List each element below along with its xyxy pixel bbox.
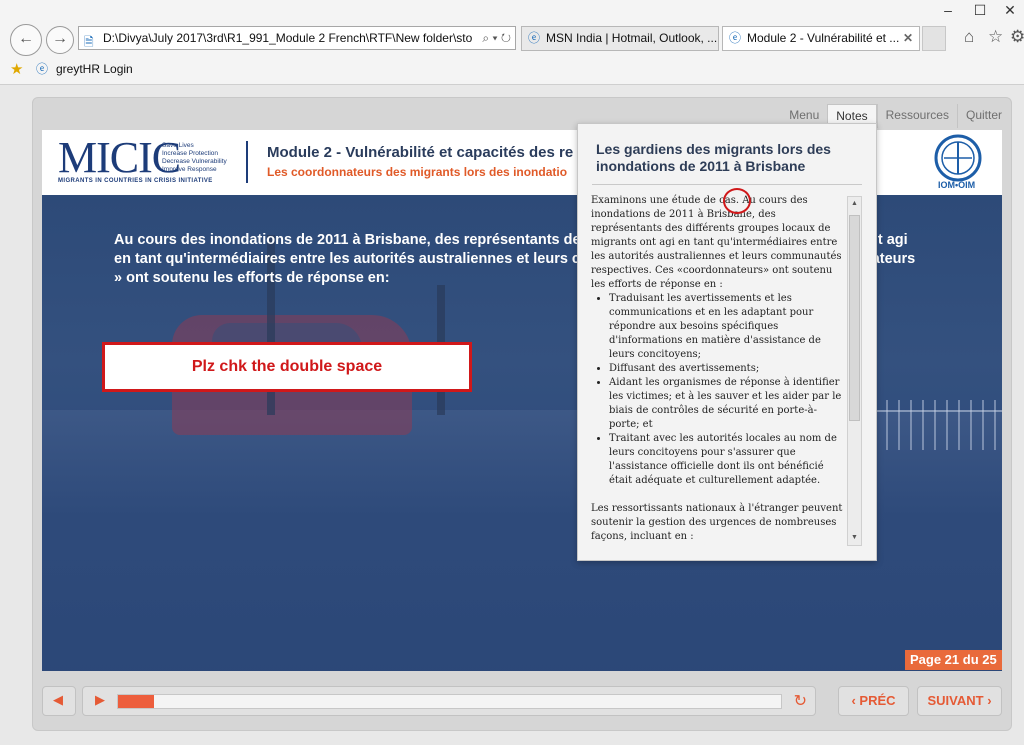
address-text: D:\Divya\July 2017\3rd\R1_991_Module 2 F… [103, 31, 473, 45]
address-bar[interactable]: 🗎 D:\Divya\July 2017\3rd\R1_991_Module 2… [78, 26, 516, 50]
back-icon[interactable]: ← [10, 24, 42, 56]
speaker-icon: ◀ [53, 692, 63, 707]
add-favorites-icon[interactable]: ★ [10, 60, 23, 78]
maximize-icon[interactable]: ☐ [966, 0, 994, 20]
progress-fill [118, 695, 155, 708]
tab-msn[interactable]: ⓔ MSN India | Hotmail, Outlook, ... [521, 26, 719, 51]
next-label: SUIVANT [927, 693, 984, 708]
star-icon[interactable]: ☆ [988, 27, 1003, 47]
quit-tab[interactable]: Quitter [956, 104, 1010, 128]
list-item: Diffusant des avertissements; [609, 362, 845, 376]
home-icon[interactable]: ⌂ [964, 27, 974, 47]
next-button[interactable]: SUIVANT › [917, 686, 1002, 716]
refresh-icon[interactable]: ↻ [501, 31, 511, 45]
ie-icon: ⓔ [36, 62, 49, 76]
scroll-down-icon[interactable]: ▼ [848, 531, 861, 545]
play-icon[interactable]: ▶ [95, 692, 105, 708]
resources-tab[interactable]: Ressources [876, 104, 957, 128]
notes-divider [592, 184, 862, 185]
close-tab-icon[interactable]: ✕ [903, 27, 913, 50]
new-tab-button[interactable] [922, 26, 946, 51]
tab-module-2[interactable]: ⓔ Module 2 - Vulnérabilité et ... ✕ [722, 26, 920, 51]
iom-logo-text: IOM•OIM [938, 180, 976, 190]
notes-outro: Les ressortissants nationaux à l'étrange… [591, 503, 843, 542]
dropdown-icon[interactable]: ▾ [492, 31, 497, 45]
micic-tagline: Save Lives Increase Protection Decrease … [162, 142, 227, 173]
minimize-icon[interactable]: – [934, 0, 962, 20]
notes-body: Examinons une étude de cas. Au cours des… [591, 194, 845, 544]
notes-intro: Examinons une étude de cas. Au cours des… [591, 195, 842, 290]
page-icon: 🗎 [84, 35, 94, 49]
gear-icon[interactable]: ⚙ [1010, 27, 1024, 47]
tab-label: MSN India | Hotmail, Outlook, ... [546, 31, 718, 45]
favorite-greythr[interactable]: ⓔ greytHR Login [36, 60, 133, 78]
notes-title: Les gardiens des migrants lors des inond… [596, 141, 831, 174]
ie-icon: ⓔ [729, 31, 742, 45]
prev-button[interactable]: ‹ PRÉC [838, 686, 909, 716]
browser-chrome: – ☐ ✕ ← → 🗎 D:\Divya\July 2017\3rd\R1_99… [0, 0, 1024, 85]
review-highlight-circle [723, 188, 751, 214]
list-item: Aidant les organismes de réponse à ident… [609, 376, 845, 432]
prev-label: PRÉC [859, 693, 896, 708]
replay-icon[interactable]: ↻ [794, 691, 807, 711]
favorites-bar: ★ ⓔ greytHR Login [0, 57, 1024, 83]
micic-subtitle: MIGRANTS IN COUNTRIES IN CRISIS INITIATI… [58, 178, 213, 184]
search-icon[interactable]: ⌕ [482, 31, 489, 45]
list-item: Traitant avec les autorités locales au n… [609, 432, 845, 488]
progress-bar[interactable] [117, 694, 782, 709]
forward-icon[interactable]: → [46, 26, 74, 54]
list-item: Traduisant les avertissements et les com… [609, 292, 845, 362]
module-subtitle: Les coordonnateurs des migrants lors des… [267, 165, 568, 179]
page-indicator: Page 21 du 25 [905, 650, 1002, 670]
tab-label: Module 2 - Vulnérabilité et ... [747, 31, 900, 45]
module-title: Module 2 - Vulnérabilité et capacités de… [267, 144, 574, 161]
close-window-icon[interactable]: ✕ [996, 0, 1024, 20]
scroll-thumb[interactable] [849, 215, 860, 421]
playback-bar: ▶ ↻ [82, 686, 816, 716]
scroll-up-icon[interactable]: ▲ [848, 197, 861, 211]
volume-button[interactable]: ◀ [42, 686, 76, 716]
favorite-label: greytHR Login [56, 62, 133, 76]
review-callout: Plz chk the double space [102, 342, 472, 392]
notes-scrollbar[interactable]: ▲ ▼ [847, 196, 862, 546]
ie-icon: ⓔ [528, 31, 541, 45]
notes-list: Traduisant les avertissements et les com… [591, 292, 845, 488]
header-divider [246, 141, 248, 183]
